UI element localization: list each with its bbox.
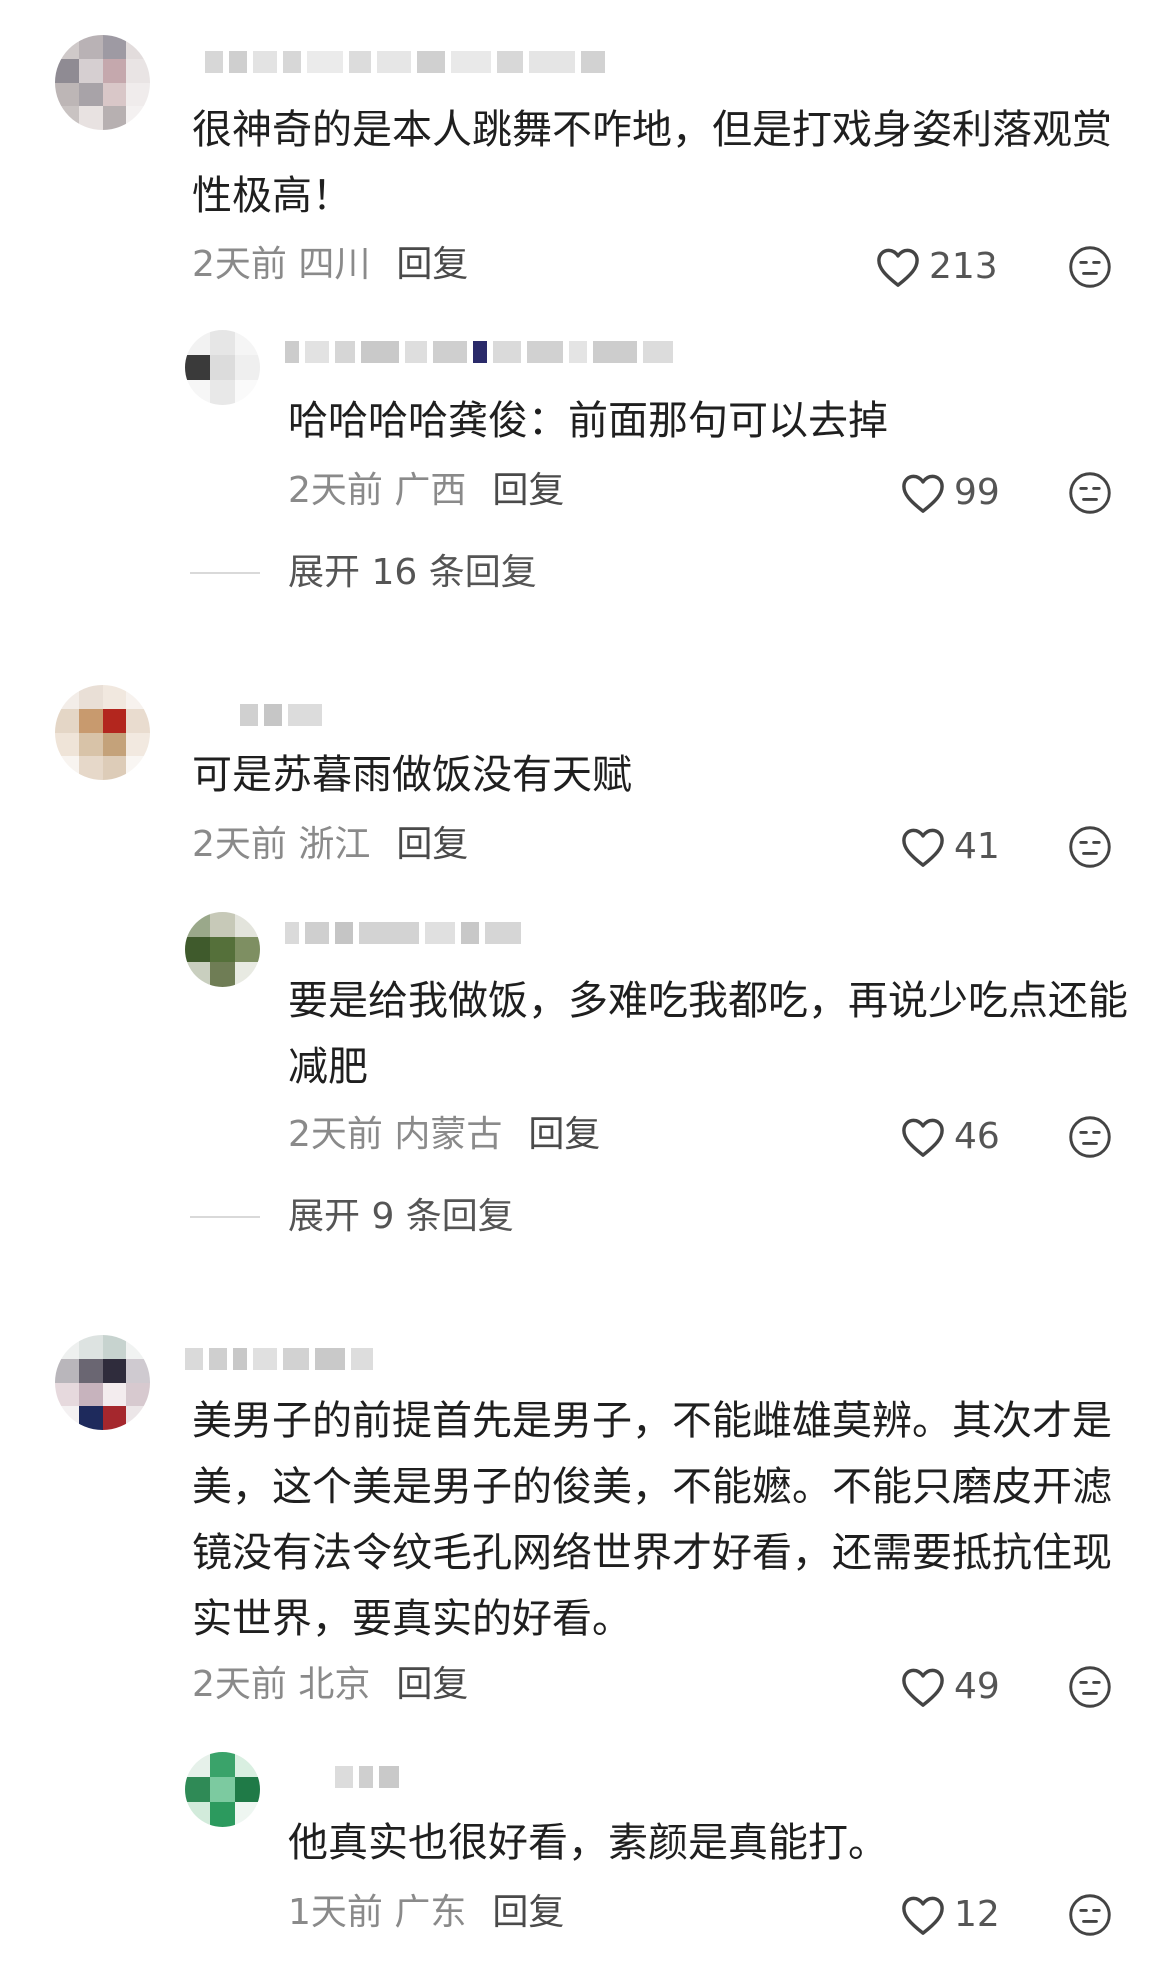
like-button[interactable]: 213 — [875, 242, 998, 292]
heart-outline-icon — [877, 248, 919, 287]
reply-button[interactable]: 回复 — [492, 1888, 564, 1938]
reply-avatar[interactable] — [185, 330, 260, 405]
like-count: 12 — [954, 1894, 1000, 1935]
reply-text: 哈哈哈哈龚俊：前面那句可以去掉 — [288, 398, 888, 444]
unamused-face-icon[interactable] — [1068, 245, 1112, 289]
reply-username-blurred[interactable] — [285, 916, 521, 950]
reply-button[interactable]: 回复 — [492, 466, 564, 516]
expand-replies-label: 展开 9 条回复 — [288, 1196, 514, 1237]
heart-outline-icon — [902, 1896, 944, 1935]
like-count: 46 — [954, 1116, 1000, 1157]
like-button[interactable]: 99 — [900, 468, 1000, 518]
reply-time-region: 2天前 广西 — [288, 470, 467, 511]
reply-text: 他真实也很好看，素颜是真能打。 — [288, 1820, 888, 1866]
comment-meta: 2天前 四川 回复 — [192, 240, 468, 290]
comment-time-region: 2天前 浙江 — [192, 824, 371, 865]
unamused-face-icon[interactable] — [1068, 825, 1112, 869]
username-blurred[interactable] — [240, 698, 322, 732]
reply-meta: 2天前 内蒙古 回复 — [288, 1110, 600, 1160]
username-blurred[interactable] — [185, 1342, 373, 1376]
avatar[interactable] — [55, 685, 150, 780]
like-count: 49 — [954, 1666, 1000, 1707]
reply-username-blurred[interactable] — [285, 335, 673, 369]
unamused-face-icon[interactable] — [1068, 471, 1112, 515]
heart-outline-icon — [902, 474, 944, 513]
reply-button[interactable]: 回复 — [396, 820, 468, 870]
reply-meta: 2天前 广西 回复 — [288, 466, 564, 516]
avatar[interactable] — [55, 1335, 150, 1430]
comment-time-region: 2天前 北京 — [192, 1664, 371, 1705]
like-count: 213 — [929, 246, 998, 287]
like-button[interactable]: 12 — [900, 1890, 1000, 1940]
reply-time-region: 1天前 广东 — [288, 1892, 467, 1933]
reply-button[interactable]: 回复 — [396, 240, 468, 290]
avatar[interactable] — [55, 35, 150, 130]
comment-meta: 2天前 北京 回复 — [192, 1660, 468, 1710]
divider — [190, 1216, 260, 1218]
comment-time-region: 2天前 四川 — [192, 244, 371, 285]
reply-meta: 1天前 广东 回复 — [288, 1888, 564, 1938]
comment-text: 可是苏暮雨做饭没有天赋 — [192, 752, 632, 798]
reply-avatar[interactable] — [185, 912, 260, 987]
comment-meta: 2天前 浙江 回复 — [192, 820, 468, 870]
comment-text: 很神奇的是本人跳舞不咋地，但是打戏身姿利落观赏性极高！ — [192, 107, 1112, 219]
like-count: 99 — [954, 472, 1000, 513]
comment-text: 美男子的前提首先是男子，不能雌雄莫辨。其次才是美，这个美是男子的俊美，不能嬷。不… — [192, 1398, 1112, 1642]
reply-button[interactable]: 回复 — [528, 1110, 600, 1160]
unamused-face-icon[interactable] — [1068, 1893, 1112, 1937]
reply-avatar[interactable] — [185, 1752, 260, 1827]
like-button[interactable]: 41 — [900, 822, 1000, 872]
expand-replies-button[interactable]: 展开 9 条回复 — [190, 1192, 514, 1242]
divider — [190, 572, 260, 574]
unamused-face-icon[interactable] — [1068, 1665, 1112, 1709]
reply-button[interactable]: 回复 — [396, 1660, 468, 1710]
heart-outline-icon — [902, 1668, 944, 1707]
expand-replies-label: 展开 16 条回复 — [288, 552, 537, 593]
unamused-face-icon[interactable] — [1068, 1115, 1112, 1159]
like-button[interactable]: 46 — [900, 1112, 1000, 1162]
username-blurred[interactable] — [205, 45, 605, 79]
like-button[interactable]: 49 — [900, 1662, 1000, 1712]
reply-text: 要是给我做饭，多难吃我都吃，再说少吃点还能减肥 — [288, 978, 1128, 1090]
heart-outline-icon — [902, 828, 944, 867]
comments-page: 很神奇的是本人跳舞不咋地，但是打戏身姿利落观赏性极高！ 2天前 四川 回复 21… — [0, 0, 1170, 1970]
reply-username-blurred[interactable] — [335, 1760, 399, 1794]
expand-replies-button[interactable]: 展开 16 条回复 — [190, 548, 537, 598]
like-count: 41 — [954, 826, 1000, 867]
heart-outline-icon — [902, 1118, 944, 1157]
reply-time-region: 2天前 内蒙古 — [288, 1114, 503, 1155]
